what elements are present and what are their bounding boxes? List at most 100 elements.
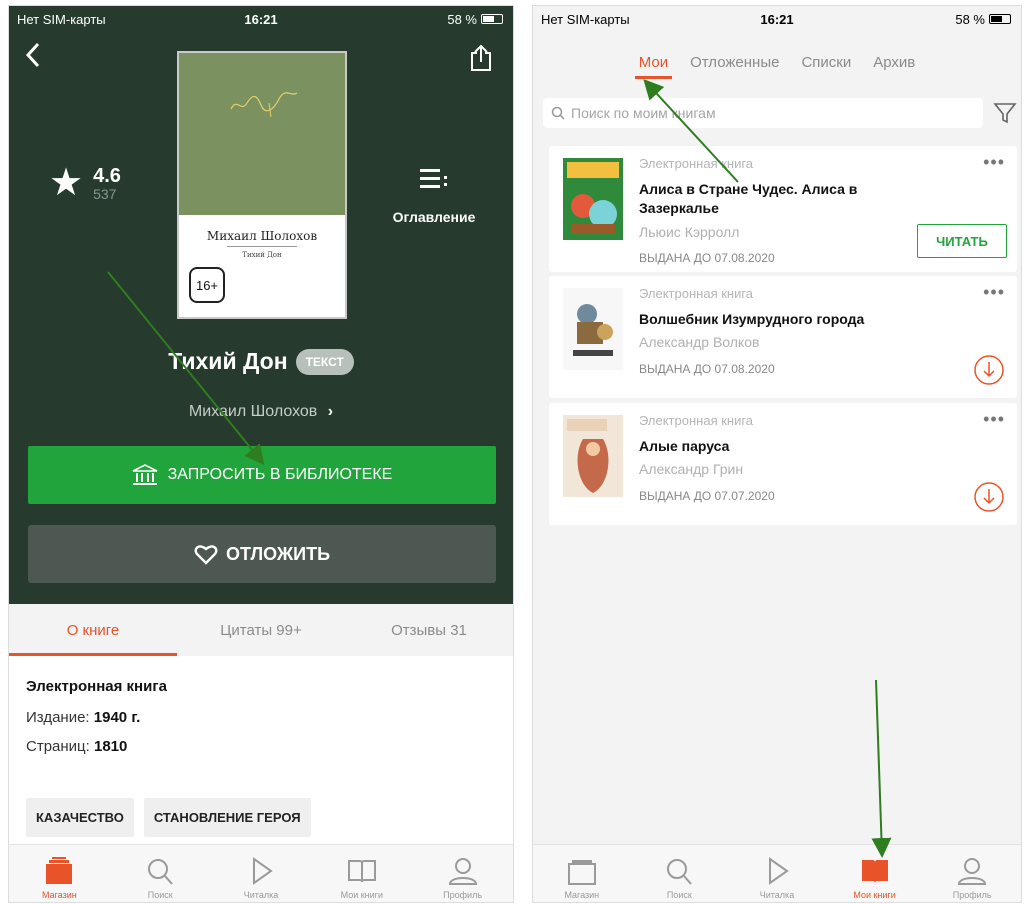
due-date: ВЫДАНА ДО 07.07.2020 bbox=[639, 489, 775, 503]
store-icon bbox=[567, 860, 596, 885]
read-button[interactable]: ЧИТАТЬ bbox=[917, 224, 1007, 258]
carrier-label: Нет SIM-карты bbox=[17, 11, 106, 27]
rating-value: 4.6 bbox=[93, 164, 121, 187]
defer-label: ОТЛОЖИТЬ bbox=[225, 543, 331, 564]
bottom-navigation: Магазин Поиск Читалка Мои книги Профиль bbox=[9, 844, 513, 902]
battery-icon bbox=[481, 14, 503, 24]
tab-about[interactable]: О книге bbox=[9, 604, 177, 656]
nav-profile-label: Профиль bbox=[952, 890, 992, 900]
book-type: Электронная книга bbox=[639, 286, 754, 301]
status-bar: Нет SIM-карты 16:21 58 % bbox=[533, 6, 1021, 32]
my-books-tabs: Мои Отложенные Списки Архив bbox=[533, 54, 1021, 79]
nav-search[interactable]: Поиск bbox=[631, 845, 729, 902]
list-icon bbox=[420, 169, 447, 188]
nav-search-label: Поиск bbox=[147, 890, 173, 900]
book-cover-thumbnail bbox=[563, 415, 623, 497]
nav-profile[interactable]: Профиль bbox=[923, 845, 1021, 902]
due-date: ВЫДАНА ДО 07.08.2020 bbox=[639, 251, 775, 265]
book-title: Алиса в Стране Чудес. Алиса в Зазеркалье bbox=[639, 181, 858, 216]
toc-label: Оглавление bbox=[392, 209, 476, 225]
nav-store[interactable]: Магазин bbox=[533, 845, 631, 902]
tag-list: КАЗАЧЕСТВО СТАНОВЛЕНИЕ ГЕРОЯ bbox=[26, 798, 311, 837]
my-books-screen: Нет SIM-карты 16:21 58 % Мои Отложенные … bbox=[532, 5, 1022, 903]
book-title: Волшебник Изумрудного города bbox=[639, 311, 865, 327]
tab-deferred[interactable]: Отложенные bbox=[690, 54, 779, 79]
search-icon bbox=[148, 859, 173, 885]
chevron-right-icon: › bbox=[327, 403, 334, 420]
book-card[interactable]: Электронная книга Волшебник Изумрудного … bbox=[549, 276, 1017, 398]
store-icon bbox=[46, 857, 73, 884]
nav-search[interactable]: Поиск bbox=[110, 845, 211, 902]
nav-reader-label: Читалка bbox=[243, 890, 279, 900]
nav-reader[interactable]: Читалка bbox=[211, 845, 312, 902]
book-cover-thumbnail bbox=[563, 158, 623, 240]
share-button[interactable] bbox=[469, 44, 493, 72]
status-bar: Нет SIM-карты 16:21 58 % bbox=[9, 6, 513, 32]
play-icon bbox=[768, 857, 789, 885]
heart-icon bbox=[194, 545, 218, 565]
nav-my-books[interactable]: Мои книги bbox=[826, 845, 924, 902]
tag-cossacks[interactable]: КАЗАЧЕСТВО bbox=[26, 798, 134, 837]
tag-hero-formation[interactable]: СТАНОВЛЕНИЕ ГЕРОЯ bbox=[143, 798, 311, 837]
library-icon bbox=[132, 464, 157, 485]
more-options-icon[interactable]: ••• bbox=[983, 152, 1005, 173]
pages-value: 1810 bbox=[93, 738, 128, 755]
defer-button[interactable]: ОТЛОЖИТЬ bbox=[28, 525, 496, 583]
cover-author: Михаил Шолохов bbox=[206, 229, 318, 243]
book-author: Льюис Кэрролл bbox=[639, 224, 740, 240]
age-rating-badge: 16+ bbox=[189, 267, 225, 303]
nav-my-books-label: Мои книги bbox=[340, 890, 383, 900]
nav-profile-label: Профиль bbox=[443, 890, 483, 900]
edition-label: Издание: bbox=[26, 709, 90, 726]
book-card[interactable]: Электронная книга Алые паруса Александр … bbox=[549, 403, 1017, 525]
bottom-navigation: Магазин Поиск Читалка Мои книги Профиль bbox=[533, 844, 1021, 902]
carrier-label: Нет SIM-карты bbox=[541, 11, 630, 27]
book-type: Электронная книга bbox=[639, 413, 754, 428]
nav-store[interactable]: Магазин bbox=[9, 845, 110, 902]
search-placeholder: Поиск по моим книгам bbox=[571, 105, 716, 121]
download-icon[interactable] bbox=[973, 354, 1005, 386]
book-author: Александр Грин bbox=[639, 461, 744, 477]
rating[interactable]: ★ 4.6 537 bbox=[49, 164, 121, 202]
tab-lists[interactable]: Списки bbox=[801, 54, 851, 79]
nav-reader[interactable]: Читалка bbox=[728, 845, 826, 902]
battery-icon bbox=[989, 14, 1011, 24]
format-badge: ТЕКСТ bbox=[295, 348, 354, 375]
profile-icon bbox=[448, 858, 477, 885]
tab-reviews[interactable]: Отзывы 31 bbox=[345, 604, 513, 656]
table-of-contents-button[interactable]: Оглавление bbox=[379, 166, 489, 225]
book-card[interactable]: Электронная книга Алиса в Стране Чудес. … bbox=[549, 146, 1017, 272]
book-type: Электронная книга bbox=[639, 156, 754, 171]
signature-image bbox=[230, 92, 298, 118]
nav-reader-label: Читалка bbox=[759, 890, 795, 900]
tab-quotes[interactable]: Цитаты 99+ bbox=[177, 604, 345, 656]
rating-count: 537 bbox=[93, 185, 117, 202]
battery-percent: 58 % bbox=[955, 11, 985, 27]
download-icon[interactable] bbox=[973, 481, 1005, 513]
tab-archive[interactable]: Архив bbox=[873, 54, 915, 79]
request-in-library-button[interactable]: ЗАПРОСИТЬ В БИБЛИОТЕКЕ bbox=[28, 446, 496, 504]
clock: 16:21 bbox=[244, 11, 278, 27]
nav-store-label: Магазин bbox=[564, 890, 600, 900]
book-icon bbox=[347, 860, 376, 883]
search-input[interactable]: Поиск по моим книгам bbox=[543, 98, 983, 128]
more-options-icon[interactable]: ••• bbox=[983, 282, 1005, 303]
clock: 16:21 bbox=[760, 11, 794, 27]
book-icon bbox=[861, 860, 888, 883]
filter-icon[interactable] bbox=[993, 101, 1017, 125]
cover-title: Тихий Дон bbox=[242, 251, 282, 259]
book-detail-screen: Нет SIM-карты 16:21 58 % Михаил Шолохов … bbox=[8, 5, 514, 903]
tab-mine[interactable]: Мои bbox=[634, 54, 673, 79]
more-options-icon[interactable]: ••• bbox=[983, 409, 1005, 430]
pages-label: Страниц: bbox=[26, 738, 90, 755]
author-name: Михаил Шолохов bbox=[188, 403, 318, 420]
star-icon: ★ bbox=[49, 162, 84, 204]
book-cover[interactable]: Михаил Шолохов Тихий Дон 16+ bbox=[177, 51, 347, 319]
search-icon bbox=[551, 106, 565, 120]
book-title: Тихий Дон bbox=[168, 348, 288, 374]
chevron-left-icon bbox=[25, 42, 40, 68]
author-link[interactable]: Михаил Шолохов › bbox=[9, 403, 513, 421]
nav-profile[interactable]: Профиль bbox=[412, 845, 513, 902]
back-button[interactable] bbox=[25, 42, 41, 74]
nav-my-books[interactable]: Мои книги bbox=[311, 845, 412, 902]
